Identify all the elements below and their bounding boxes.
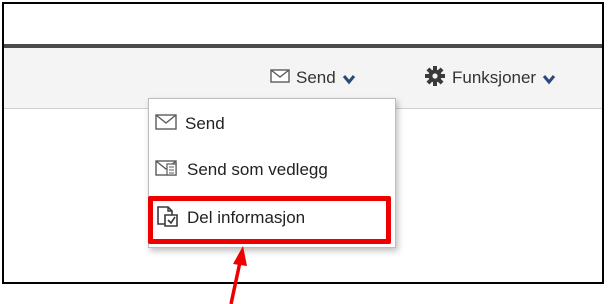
menu-item-share-information[interactable]: Del informasjon	[155, 203, 305, 233]
envelope-icon	[155, 113, 177, 136]
screenshot-frame: Send Funksjoner Send Send som vedlegg De…	[2, 2, 604, 284]
chevron-down-icon	[542, 71, 556, 85]
menu-item-send-as-attachment-label: Send som vedlegg	[187, 160, 328, 179]
menu-item-send-label: Send	[185, 114, 225, 133]
menu-item-send[interactable]: Send	[155, 109, 225, 139]
send-dropdown-menu: Send Send som vedlegg Del informasjon	[148, 98, 396, 248]
send-button[interactable]: Send	[270, 66, 356, 90]
top-bar	[4, 4, 602, 48]
functions-button-label: Funksjoner	[452, 68, 537, 87]
share-document-icon	[155, 205, 179, 232]
send-button-label: Send	[296, 68, 336, 87]
chevron-down-icon	[342, 71, 356, 85]
menu-item-share-information-label: Del informasjon	[187, 208, 306, 227]
gear-icon	[424, 65, 446, 92]
attachment-envelope-icon	[155, 158, 179, 183]
menu-item-send-as-attachment[interactable]: Send som vedlegg	[155, 155, 328, 185]
functions-button[interactable]: Funksjoner	[424, 65, 556, 92]
envelope-icon	[270, 68, 290, 89]
